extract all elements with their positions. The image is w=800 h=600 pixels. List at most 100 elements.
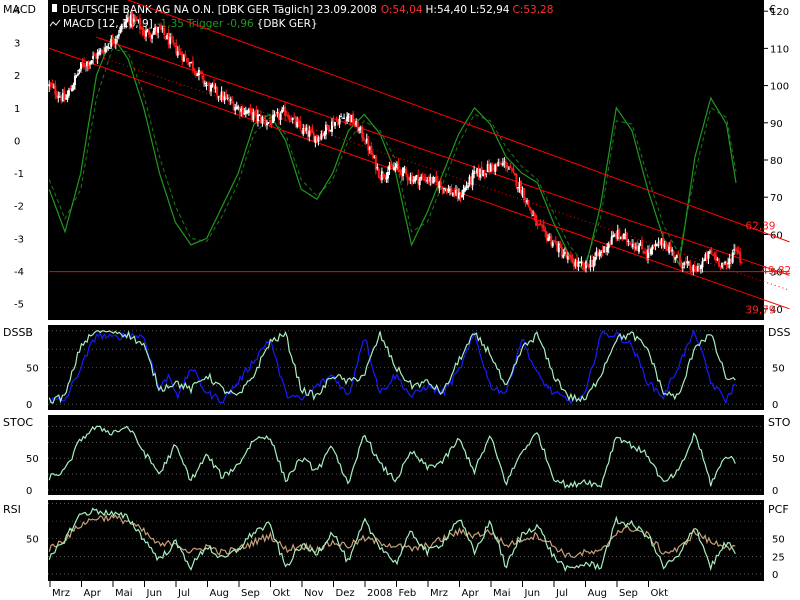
stoc-panel-label: STOC (3, 416, 33, 429)
candle-up (73, 75, 76, 85)
candle-down (625, 232, 628, 242)
candle-down (191, 60, 194, 70)
candle-down (356, 121, 359, 133)
candle-up (501, 163, 504, 166)
candle-down (435, 175, 438, 182)
candle-down (530, 209, 533, 215)
dssb-right-tick: 0 (772, 400, 778, 411)
macd-tick-label: -5 (14, 300, 24, 311)
x-tick-label: Jul (177, 588, 190, 599)
candle-up (226, 97, 229, 99)
candle-up (627, 240, 630, 243)
candle-up (75, 74, 78, 76)
candle-up (291, 117, 294, 121)
candle-up (392, 167, 395, 170)
candle-up (67, 89, 70, 96)
candle-up (418, 178, 421, 186)
candle-down (424, 177, 427, 182)
candle-up (675, 254, 678, 259)
candle-down (84, 66, 87, 68)
candle-up (117, 34, 120, 37)
candle-down (377, 168, 380, 178)
x-tick-label: Aug (588, 588, 608, 599)
candle-up (237, 106, 240, 109)
candle-legend-icon (52, 4, 57, 12)
x-tick-label: Feb (399, 588, 417, 599)
price-tick-label: 70 (770, 193, 783, 204)
candle-down (524, 202, 527, 204)
candle-up (376, 166, 379, 169)
candle-down (544, 228, 547, 233)
candle-down (397, 163, 400, 169)
x-tick-label: Jun (524, 588, 541, 599)
candle-up (78, 69, 81, 72)
price-tick-label: 120 (770, 7, 789, 18)
candle-up (656, 244, 659, 246)
macd-subtitle-line: MACD [12, 26, 9] -1,35 Trigger -0,96 {DBK G… (63, 18, 318, 30)
candle-down (172, 39, 175, 43)
candle-down (710, 250, 713, 254)
stoc-panel (48, 415, 764, 495)
candle-down (51, 83, 54, 87)
candle-down (335, 120, 338, 122)
candle-up (471, 172, 474, 186)
price-annotation: 62,39 (745, 220, 775, 232)
candle-up (594, 256, 597, 261)
candle-up (203, 83, 206, 85)
candle-down (529, 207, 532, 210)
candle-down (542, 224, 545, 228)
rsi-right-label: PCF (768, 503, 789, 516)
candle-up (650, 248, 653, 255)
macd-tick-label: -2 (14, 202, 24, 213)
x-tick-label: Mai (493, 588, 511, 599)
candle-down (231, 101, 234, 103)
candle-up (205, 84, 208, 86)
candle-up (701, 261, 704, 268)
candle-up (265, 123, 268, 126)
macd-tick-label: 2 (14, 71, 20, 82)
candle-up (72, 84, 75, 90)
candle-down (690, 271, 693, 273)
candle-down (83, 62, 86, 68)
stoc-left-tick: 0 (26, 486, 32, 497)
chart-title: DEUTSCHE BANK AG NA O.N. [DBK GER Täglic… (62, 4, 377, 16)
candle-down (672, 251, 675, 258)
candle-up (125, 19, 128, 24)
candle-down (170, 36, 173, 39)
candle-down (284, 106, 287, 116)
candle-down (539, 223, 542, 226)
candle-down (184, 54, 187, 57)
candle-up (485, 173, 488, 175)
macd-tick-label: 1 (14, 104, 20, 115)
candle-up (157, 27, 160, 33)
macd-tick-label: -4 (14, 267, 24, 278)
candle-up (334, 122, 337, 126)
high-value: H:54,40 (426, 4, 468, 16)
candle-down (677, 253, 680, 255)
price-tick-label: 100 (770, 82, 789, 93)
candle-down (734, 248, 737, 250)
chart-canvas: MACD € DSSB DSS STOC STO RSI PCF DEUTSCH… (0, 0, 800, 600)
candle-up (252, 111, 255, 120)
candle-down (527, 199, 530, 207)
stoc-right-tick: 0 (772, 486, 778, 497)
candle-up (104, 47, 107, 52)
candle-down (93, 54, 96, 57)
candle-down (364, 142, 367, 144)
candle-up (340, 116, 343, 118)
dssb-left-tick: 0 (26, 400, 32, 411)
candle-up (114, 38, 117, 44)
candle-down (678, 255, 681, 262)
rsi-panel-label: RSI (3, 503, 21, 516)
candle-down (202, 75, 205, 84)
candle-up (562, 254, 565, 258)
candle-down (264, 120, 267, 124)
candle-up (152, 31, 155, 35)
candle-down (311, 129, 314, 134)
candle-up (229, 99, 232, 101)
candle-up (76, 73, 79, 75)
candle-up (507, 168, 510, 170)
candle-up (302, 127, 305, 135)
x-tick-label: Aug (210, 588, 230, 599)
candle-down (523, 188, 526, 201)
